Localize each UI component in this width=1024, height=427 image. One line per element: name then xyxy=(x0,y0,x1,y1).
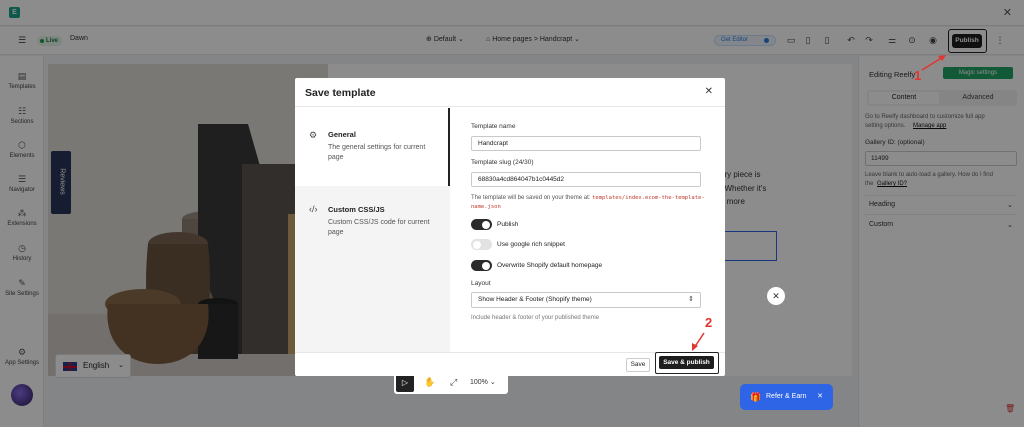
step-2-label: 2 xyxy=(705,315,713,330)
app-window: E ✕ ☰ Live Dawn ⊕ Default ⌄ ⌂ Home pages… xyxy=(0,0,1024,427)
annotation-arrows xyxy=(692,55,946,351)
arrow-1 xyxy=(921,56,944,71)
step-1-label: 1 xyxy=(914,68,922,83)
